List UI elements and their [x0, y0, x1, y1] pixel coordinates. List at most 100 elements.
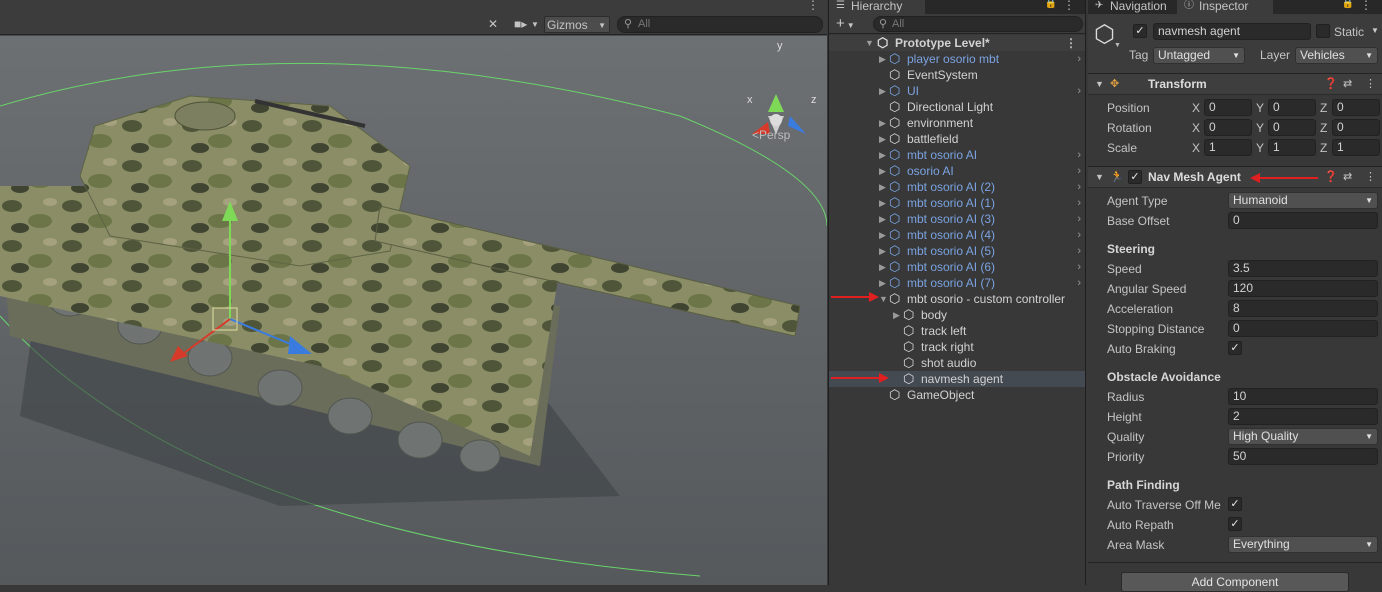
tab-navigation[interactable]: ✈ Navigation — [1088, 0, 1176, 14]
inspector-kebab-icon[interactable]: ⋮ — [1360, 0, 1372, 12]
scene-view[interactable]: ⋮ ✕ ■▸ ▼ Gizmos ▼ ⚲ All y x z <Persp — [0, 0, 827, 585]
create-button[interactable]: + ▼ — [836, 15, 855, 32]
z-axis-label[interactable]: Z — [1320, 121, 1327, 135]
gizmos-button[interactable]: Gizmos ▼ — [544, 16, 610, 33]
hierarchy-row[interactable]: ▶ ⬡ mbt osorio AI (6) › — [829, 259, 1085, 275]
hierarchy-kebab-icon[interactable]: ⋮ — [1063, 0, 1075, 12]
auto-traverse-checkbox[interactable]: ✓ — [1228, 497, 1242, 511]
acceleration-field[interactable]: 8 — [1228, 300, 1378, 317]
open-prefab-chevron-icon[interactable]: › — [1077, 211, 1081, 227]
collapse-arrow-icon[interactable]: ▶ — [879, 115, 889, 131]
collapse-arrow-icon[interactable]: ▶ — [879, 275, 889, 291]
collapse-arrow-icon[interactable]: ▶ — [879, 163, 889, 179]
speed-field[interactable]: 3.5 — [1228, 260, 1378, 277]
z-axis-label[interactable]: Z — [1320, 141, 1327, 155]
lock-icon[interactable]: 🔒 — [1045, 0, 1057, 9]
tab-hierarchy[interactable]: ☰ Hierarchy — [829, 0, 925, 14]
collapse-arrow-icon[interactable]: ▶ — [879, 131, 889, 147]
x-axis-label[interactable]: X — [1192, 141, 1200, 155]
transform-header[interactable]: ▼ ✥ Transform ❓ ⇄ ⋮ — [1088, 73, 1382, 95]
scale-x-field[interactable]: 1 — [1204, 139, 1252, 156]
collapse-arrow-icon[interactable]: ▶ — [893, 307, 903, 323]
x-axis-label[interactable]: X — [1192, 101, 1200, 115]
collapse-arrow-icon[interactable]: ▶ — [879, 211, 889, 227]
position-x-field[interactable]: 0 — [1204, 99, 1252, 116]
collapse-arrow-icon[interactable]: ▶ — [879, 83, 889, 99]
presets-icon[interactable]: ⇄ — [1343, 170, 1352, 183]
position-z-field[interactable]: 0 — [1332, 99, 1380, 116]
auto-repath-checkbox[interactable]: ✓ — [1228, 517, 1242, 531]
rotation-y-field[interactable]: 0 — [1268, 119, 1316, 136]
open-prefab-chevron-icon[interactable]: › — [1077, 147, 1081, 163]
camera-icon[interactable]: ■▸ — [514, 16, 527, 33]
collapse-arrow-icon[interactable]: ▶ — [879, 179, 889, 195]
open-prefab-chevron-icon[interactable]: › — [1077, 163, 1081, 179]
open-prefab-chevron-icon[interactable]: › — [1077, 179, 1081, 195]
collapse-arrow-icon[interactable]: ▶ — [879, 259, 889, 275]
y-axis-label[interactable]: Y — [1256, 141, 1264, 155]
hierarchy-row[interactable]: ▶ ⬡ osorio AI › — [829, 163, 1085, 179]
hierarchy-row[interactable]: ⬡ track left — [829, 323, 1085, 339]
height-field[interactable]: 2 — [1228, 408, 1378, 425]
help-icon[interactable]: ❓ — [1324, 170, 1338, 183]
hierarchy-row[interactable]: ⬡ shot audio — [829, 355, 1085, 371]
inspector-lock-icon[interactable]: 🔒 — [1342, 0, 1354, 9]
scene-root-row[interactable]: ▼ ⬡ Prototype Level* ⋮ — [829, 35, 1085, 51]
hierarchy-row[interactable]: ▶ ⬡ player osorio mbt › — [829, 51, 1085, 67]
agent-type-dropdown[interactable]: Humanoid ▼ — [1228, 192, 1378, 209]
projection-label[interactable]: <Persp — [752, 128, 790, 142]
open-prefab-chevron-icon[interactable]: › — [1077, 195, 1081, 211]
stopping-distance-field[interactable]: 0 — [1228, 320, 1378, 337]
x-axis-label[interactable]: X — [1192, 121, 1200, 135]
presets-icon[interactable]: ⇄ — [1343, 77, 1352, 90]
y-axis-label[interactable]: Y — [1256, 101, 1264, 115]
tab-inspector[interactable]: ⓘ Inspector — [1177, 0, 1273, 14]
hierarchy-row[interactable]: ⬡ GameObject — [829, 387, 1085, 403]
priority-field[interactable]: 50 — [1228, 448, 1378, 465]
collapse-arrow-icon[interactable]: ▶ — [879, 227, 889, 243]
component-kebab-icon[interactable]: ⋮ — [1365, 77, 1376, 90]
hierarchy-row[interactable]: ▶ ⬡ mbt osorio AI › — [829, 147, 1085, 163]
hierarchy-row[interactable]: ▶ ⬡ mbt osorio AI (3) › — [829, 211, 1085, 227]
hierarchy-row[interactable]: ▶ ⬡ mbt osorio AI (5) › — [829, 243, 1085, 259]
static-checkbox[interactable] — [1316, 24, 1330, 38]
tools-icon[interactable]: ✕ — [488, 16, 498, 33]
hierarchy-row[interactable]: ▶ ⬡ mbt osorio AI (4) › — [829, 227, 1085, 243]
camera-dropdown-icon[interactable]: ▼ — [531, 16, 539, 33]
open-prefab-chevron-icon[interactable]: › — [1077, 275, 1081, 291]
add-component-button[interactable]: Add Component — [1121, 572, 1349, 592]
hierarchy-row[interactable]: ⬡ Directional Light — [829, 99, 1085, 115]
active-checkbox[interactable]: ✓ — [1133, 24, 1147, 38]
nav-mesh-agent-header[interactable]: ▼ 🏃 ✓ Nav Mesh Agent ❓ ⇄ ⋮ — [1088, 166, 1382, 188]
collapse-arrow-icon[interactable]: ▶ — [879, 195, 889, 211]
scene-search-input[interactable]: ⚲ All — [617, 16, 823, 33]
hierarchy-row[interactable]: ▶ ⬡ mbt osorio AI (7) › — [829, 275, 1085, 291]
static-dropdown-icon[interactable]: ▼ — [1371, 26, 1379, 35]
tag-dropdown[interactable]: Untagged ▼ — [1153, 47, 1245, 64]
hierarchy-row[interactable]: ▶ ⬡ environment — [829, 115, 1085, 131]
collapse-arrow-icon[interactable]: ▶ — [879, 51, 889, 67]
quality-dropdown[interactable]: High Quality ▼ — [1228, 428, 1378, 445]
open-prefab-chevron-icon[interactable]: › — [1077, 243, 1081, 259]
help-icon[interactable]: ❓ — [1324, 77, 1338, 90]
hierarchy-row[interactable]: ▶ ⬡ body — [829, 307, 1085, 323]
collapse-arrow-icon[interactable]: ▶ — [879, 243, 889, 259]
hierarchy-row[interactable]: ▶ ⬡ UI › — [829, 83, 1085, 99]
scene-kebab-icon[interactable]: ⋮ — [1065, 35, 1077, 51]
scene-viewport[interactable]: y x z <Persp — [0, 36, 827, 585]
area-mask-dropdown[interactable]: Everything ▼ — [1228, 536, 1378, 553]
open-prefab-chevron-icon[interactable]: › — [1077, 227, 1081, 243]
auto-braking-checkbox[interactable]: ✓ — [1228, 341, 1242, 355]
radius-field[interactable]: 10 — [1228, 388, 1378, 405]
hierarchy-row[interactable]: ▶ ⬡ mbt osorio AI (1) › — [829, 195, 1085, 211]
rotation-x-field[interactable]: 0 — [1204, 119, 1252, 136]
scene-menu-kebab-icon[interactable]: ⋮ — [807, 0, 819, 12]
angular-speed-field[interactable]: 120 — [1228, 280, 1378, 297]
object-name-field[interactable]: navmesh agent — [1153, 23, 1311, 40]
open-prefab-chevron-icon[interactable]: › — [1077, 83, 1081, 99]
scale-y-field[interactable]: 1 — [1268, 139, 1316, 156]
hierarchy-row[interactable]: ▶ ⬡ mbt osorio AI (2) › — [829, 179, 1085, 195]
expand-arrow-icon[interactable]: ▼ — [865, 35, 875, 51]
z-axis-label[interactable]: Z — [1320, 101, 1327, 115]
hierarchy-row[interactable]: ⬡ EventSystem — [829, 67, 1085, 83]
